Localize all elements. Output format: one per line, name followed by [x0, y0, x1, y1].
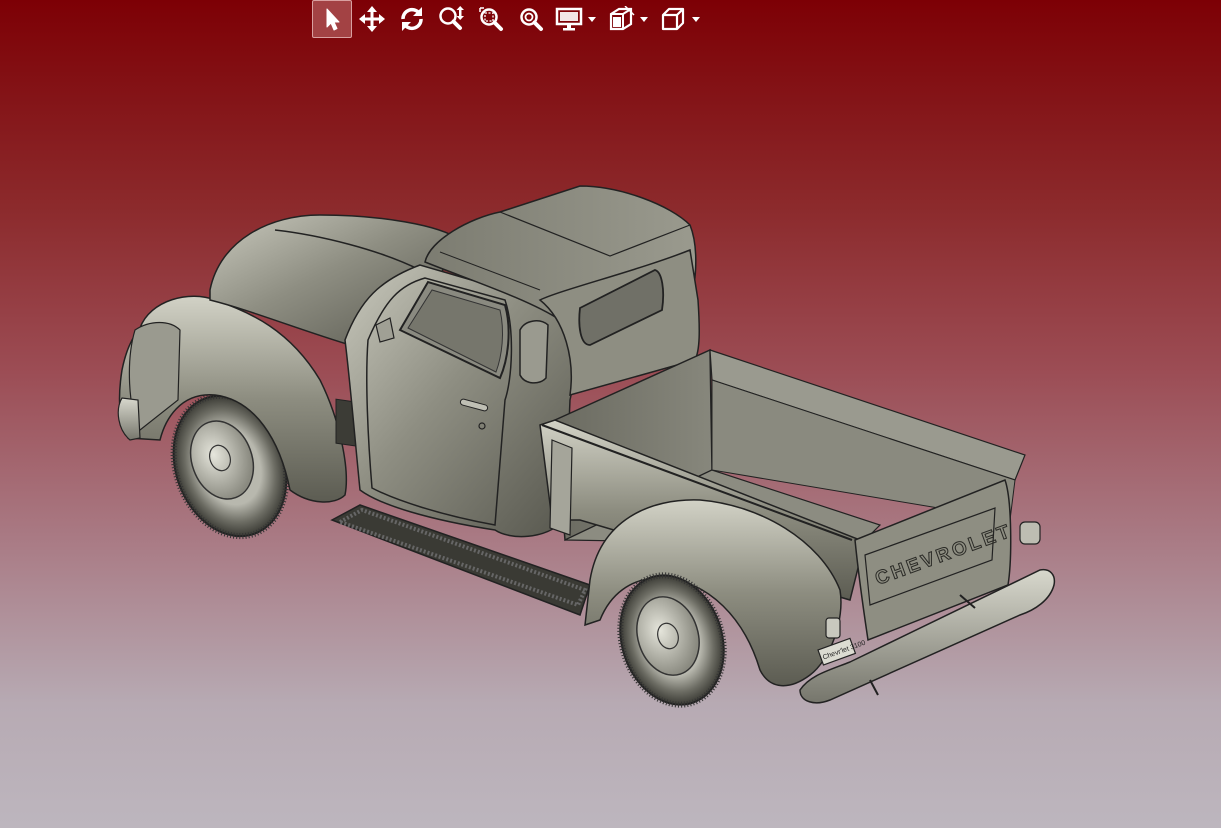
- 3d-viewport[interactable]: CHEVROLET Chevr'let 3100: [0, 0, 1221, 828]
- bed-stake-pocket: [549, 439, 573, 536]
- side-reflector: [1019, 521, 1041, 545]
- front-bumper: [117, 397, 141, 441]
- side-window-rear: [519, 320, 549, 384]
- truck-model[interactable]: CHEVROLET Chevr'let 3100: [0, 0, 1221, 828]
- taillight: [825, 617, 841, 639]
